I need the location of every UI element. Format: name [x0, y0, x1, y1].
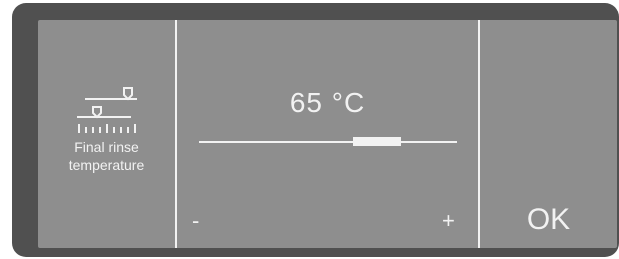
- function-label: Final rinse temperature: [38, 138, 175, 174]
- decrease-button[interactable]: -: [192, 208, 199, 234]
- function-panel: Final rinse temperature: [38, 20, 175, 248]
- increase-button[interactable]: +: [442, 208, 455, 234]
- function-label-line2: temperature: [68, 157, 145, 173]
- display-bezel: Final rinse temperature 65 °C - + OK: [12, 3, 619, 257]
- ok-button[interactable]: OK: [480, 192, 617, 248]
- slider-thumb[interactable]: [353, 137, 402, 146]
- temperature-slider-icon: [77, 87, 137, 133]
- divider-left: [175, 20, 177, 248]
- function-label-line1: Final rinse: [74, 139, 139, 155]
- display-screen: Final rinse temperature 65 °C - + OK: [38, 20, 617, 248]
- temperature-slider[interactable]: [199, 141, 457, 143]
- temperature-value: 65 °C: [289, 87, 366, 118]
